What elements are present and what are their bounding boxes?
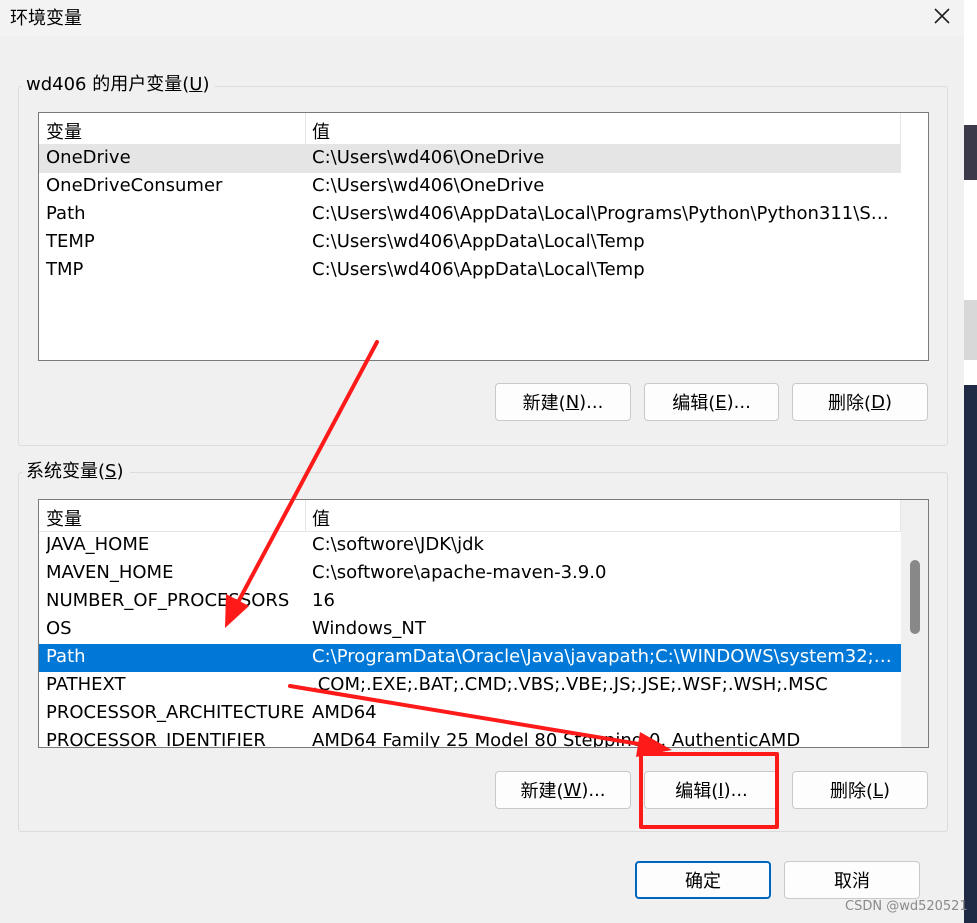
user-variables-list[interactable]: 变量 值 OneDrive C:\Users\wd406\OneDrive On… bbox=[38, 112, 929, 361]
title-bar: 环境变量 bbox=[0, 0, 964, 36]
user-variables-label: wd406 的用户变量(U) bbox=[22, 74, 216, 96]
close-button[interactable] bbox=[920, 0, 964, 32]
list-item[interactable]: TEMP C:\Users\wd406\AppData\Local\Temp bbox=[39, 229, 901, 257]
list-item[interactable]: Path C:\Users\wd406\AppData\Local\Progra… bbox=[39, 201, 901, 229]
column-header-value[interactable]: 值 bbox=[312, 505, 330, 531]
list-item[interactable]: PATHEXT .COM;.EXE;.BAT;.CMD;.VBS;.VBE;.J… bbox=[39, 672, 901, 700]
system-delete-button[interactable]: 删除(L) bbox=[792, 771, 928, 809]
cancel-button[interactable]: 取消 bbox=[784, 861, 920, 899]
list-item[interactable]: OS Windows_NT bbox=[39, 616, 901, 644]
column-header-value[interactable]: 值 bbox=[312, 118, 330, 144]
list-item[interactable]: OneDriveConsumer C:\Users\wd406\OneDrive bbox=[39, 173, 901, 201]
list-item[interactable]: MAVEN_HOME C:\softwore\apache-maven-3.9.… bbox=[39, 560, 901, 588]
ok-button[interactable]: 确定 bbox=[635, 861, 771, 899]
list-header: 变量 值 bbox=[39, 113, 901, 145]
column-header-variable[interactable]: 变量 bbox=[46, 118, 82, 144]
list-item[interactable]: PROCESSOR_ARCHITECTURE AMD64 bbox=[39, 700, 901, 728]
close-icon bbox=[934, 8, 950, 24]
list-item-selected[interactable]: Path C:\ProgramData\Oracle\Java\javapath… bbox=[39, 644, 901, 672]
vertical-scrollbar[interactable] bbox=[901, 500, 928, 747]
background-window-edge bbox=[964, 0, 977, 923]
system-edit-button[interactable]: 编辑(I)... bbox=[644, 771, 779, 809]
user-new-button[interactable]: 新建(N)... bbox=[495, 383, 631, 421]
list-header: 变量 值 bbox=[39, 500, 901, 532]
window-title: 环境变量 bbox=[10, 8, 82, 29]
list-item[interactable]: TMP C:\Users\wd406\AppData\Local\Temp bbox=[39, 257, 901, 285]
watermark: CSDN @wd520521 bbox=[845, 899, 968, 914]
scrollbar-thumb[interactable] bbox=[910, 560, 920, 634]
system-variables-label: 系统变量(S) bbox=[22, 461, 130, 483]
user-delete-button[interactable]: 删除(D) bbox=[792, 383, 928, 421]
system-variables-list[interactable]: 变量 值 JAVA_HOME C:\softwore\JDK\jdk MAVEN… bbox=[38, 499, 929, 748]
system-new-button[interactable]: 新建(W)... bbox=[495, 771, 631, 809]
list-item[interactable]: OneDrive C:\Users\wd406\OneDrive bbox=[39, 145, 901, 173]
column-header-variable[interactable]: 变量 bbox=[46, 505, 82, 531]
user-edit-button[interactable]: 编辑(E)... bbox=[644, 383, 779, 421]
list-item[interactable]: PROCESSOR_IDENTIFIER AMD64 Family 25 Mod… bbox=[39, 728, 901, 747]
list-item[interactable]: NUMBER_OF_PROCESSORS 16 bbox=[39, 588, 901, 616]
list-item[interactable]: JAVA_HOME C:\softwore\JDK\jdk bbox=[39, 532, 901, 560]
